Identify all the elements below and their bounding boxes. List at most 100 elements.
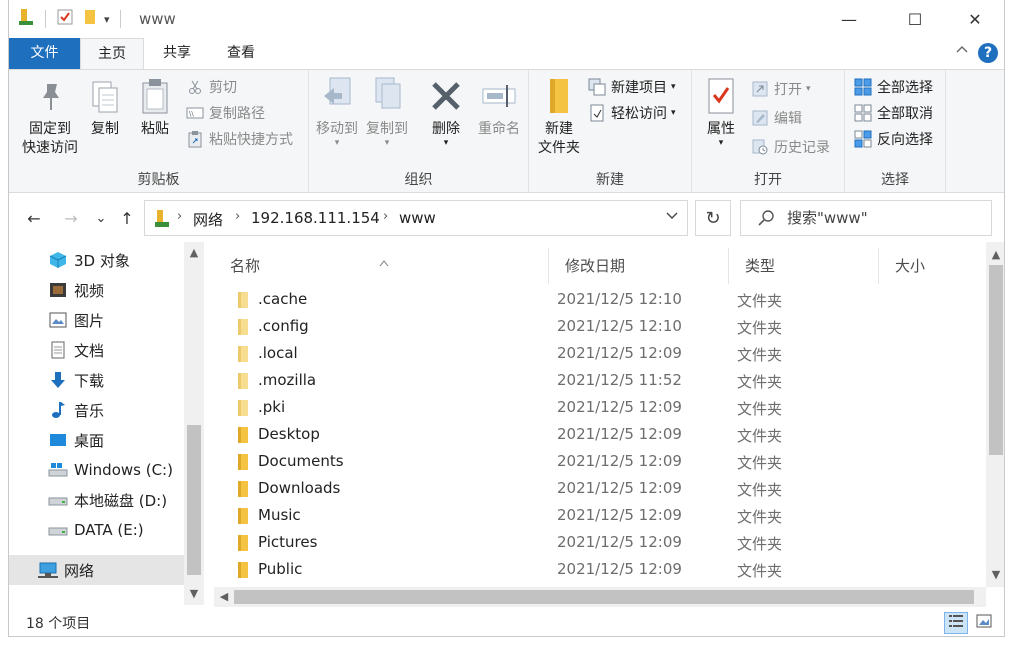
column-header-date[interactable]: 修改日期 xyxy=(549,248,729,284)
file-list-scroll-thumb[interactable] xyxy=(989,265,1003,455)
organize-group: 移动到 ▾ 复制到 ▾ 删除 ▾ 重命名 组织 xyxy=(309,70,529,192)
breadcrumb-separator[interactable]: › xyxy=(383,209,388,224)
file-row[interactable]: .mozilla 2021/12/5 11:52 文件夹 xyxy=(214,367,986,394)
file-row[interactable]: Downloads 2021/12/5 12:09 文件夹 xyxy=(214,475,986,502)
close-button[interactable]: ✕ xyxy=(952,0,998,38)
new-item-icon xyxy=(587,77,607,97)
file-type: 文件夹 xyxy=(737,535,783,553)
column-header-size[interactable]: 大小 xyxy=(879,248,986,284)
select-none-button[interactable]: 全部取消 xyxy=(853,102,933,124)
sidebar-item-music[interactable]: 音乐 xyxy=(9,395,184,425)
folder-icon xyxy=(236,399,250,421)
details-view-button[interactable] xyxy=(944,612,968,634)
open-button[interactable]: 打开 ▾ xyxy=(750,78,811,100)
back-button[interactable]: ← xyxy=(22,206,46,230)
file-row[interactable]: .pki 2021/12/5 12:09 文件夹 xyxy=(214,394,986,421)
new-folder-quick-icon[interactable] xyxy=(82,8,98,30)
paste-button[interactable]: 粘贴 xyxy=(135,74,175,139)
sidebar-item-local-disk-d[interactable]: 本地磁盘 (D:) xyxy=(9,485,184,515)
file-row[interactable]: Pictures 2021/12/5 12:09 文件夹 xyxy=(214,529,986,556)
file-row[interactable]: .config 2021/12/5 12:10 文件夹 xyxy=(214,313,986,340)
properties-button[interactable]: 属性 ▾ xyxy=(696,74,746,148)
breadcrumb-www[interactable]: www xyxy=(399,209,436,227)
copy-button[interactable]: 复制 xyxy=(85,74,125,139)
folder-icon xyxy=(236,453,250,475)
file-row[interactable]: .cache 2021/12/5 12:10 文件夹 xyxy=(214,286,986,313)
quick-access-dropdown-icon[interactable]: ▾ xyxy=(104,13,110,26)
folder-icon xyxy=(236,291,250,313)
tab-file[interactable]: 文件 xyxy=(9,38,80,69)
tab-view[interactable]: 查看 xyxy=(213,38,269,69)
horizontal-scrollbar[interactable]: ◀ xyxy=(214,587,986,607)
details-view-icon xyxy=(948,614,964,632)
breadcrumb-host[interactable]: 192.168.111.154 xyxy=(251,209,380,227)
pin-quick-access-button[interactable]: 固定到 快速访问 xyxy=(15,74,85,158)
file-row[interactable]: Music 2021/12/5 12:09 文件夹 xyxy=(214,502,986,529)
move-to-button[interactable]: 移动到 ▾ xyxy=(313,74,361,148)
copy-path-button[interactable]: \\ 复制路径 xyxy=(185,102,265,124)
new-item-button[interactable]: 新建项目 ▾ xyxy=(587,76,676,98)
properties-quick-icon[interactable] xyxy=(56,8,74,30)
breadcrumb-separator[interactable]: › xyxy=(235,209,240,224)
file-name: .local xyxy=(258,344,298,362)
invert-selection-button[interactable]: 反向选择 xyxy=(853,128,933,150)
easy-access-button[interactable]: 轻松访问 ▾ xyxy=(587,102,676,124)
sidebar-item-windows-c[interactable]: Windows (C:) xyxy=(9,455,184,485)
paste-shortcut-button[interactable]: 粘贴快捷方式 xyxy=(185,128,293,150)
sidebar-item-downloads[interactable]: 下载 xyxy=(9,365,184,395)
address-dropdown-icon[interactable] xyxy=(665,209,679,227)
sidebar-scroll-thumb[interactable] xyxy=(187,425,201,575)
forward-button[interactable]: → xyxy=(59,206,83,230)
minimize-button[interactable]: — xyxy=(826,0,872,38)
sidebar-item-videos[interactable]: 视频 xyxy=(9,275,184,305)
edit-button[interactable]: 编辑 xyxy=(750,107,802,129)
sidebar-item-data-e[interactable]: DATA (E:) xyxy=(9,515,184,545)
file-row[interactable]: Desktop 2021/12/5 12:09 文件夹 xyxy=(214,421,986,448)
column-header-type[interactable]: 类型 xyxy=(729,248,879,284)
scroll-left-arrow-icon[interactable]: ◀ xyxy=(214,590,234,603)
title-bar: ▾ www — ☐ ✕ xyxy=(9,0,1004,38)
sidebar-item-network[interactable]: 网络 xyxy=(9,555,184,585)
file-row[interactable]: Documents 2021/12/5 12:09 文件夹 xyxy=(214,448,986,475)
ribbon: 固定到 快速访问 复制 粘贴 剪切 \\ 复制路径 粘贴快捷方式 剪贴板 移动到… xyxy=(9,69,1004,193)
properties-label: 属性 xyxy=(707,121,735,137)
select-all-button[interactable]: 全部选择 xyxy=(853,76,933,98)
scroll-down-arrow-icon[interactable]: ▼ xyxy=(184,587,204,600)
column-header-name[interactable]: 名称 xyxy=(214,248,549,284)
address-bar[interactable]: › 网络 › 192.168.111.154 › www xyxy=(144,200,688,236)
help-button[interactable]: ? xyxy=(978,43,998,63)
scroll-down-arrow-icon[interactable]: ▼ xyxy=(986,568,1004,581)
cut-button[interactable]: 剪切 xyxy=(185,76,237,98)
sidebar-item-label: 文档 xyxy=(74,341,105,360)
file-row[interactable]: .local 2021/12/5 12:09 文件夹 xyxy=(214,340,986,367)
sidebar-item-label: 桌面 xyxy=(74,431,105,450)
refresh-button[interactable]: ↻ xyxy=(695,200,731,236)
maximize-button[interactable]: ☐ xyxy=(892,0,938,38)
new-folder-icon xyxy=(539,74,579,118)
search-input[interactable] xyxy=(787,207,983,229)
scroll-up-arrow-icon[interactable]: ▲ xyxy=(986,248,1004,261)
scroll-up-arrow-icon[interactable]: ▲ xyxy=(184,246,204,259)
file-row[interactable]: Public 2021/12/5 12:09 文件夹 xyxy=(214,556,986,583)
folder-icon xyxy=(236,480,250,502)
breadcrumb-network[interactable]: 网络 xyxy=(193,209,223,230)
rename-label: 重命名 xyxy=(478,121,520,137)
collapse-ribbon-icon[interactable] xyxy=(952,42,972,62)
horizontal-scroll-thumb[interactable] xyxy=(234,590,974,604)
large-icons-view-button[interactable] xyxy=(972,612,996,634)
rename-button[interactable]: 重命名 xyxy=(473,74,525,139)
up-button[interactable]: ↑ xyxy=(115,206,139,230)
new-folder-button[interactable]: 新建 文件夹 xyxy=(533,74,585,158)
sidebar-item-documents[interactable]: 文档 xyxy=(9,335,184,365)
tab-home[interactable]: 主页 xyxy=(80,38,144,70)
tab-share[interactable]: 共享 xyxy=(149,38,205,69)
sidebar-item-desktop[interactable]: 桌面 xyxy=(9,425,184,455)
sidebar-item-pictures[interactable]: 图片 xyxy=(9,305,184,335)
file-list-scrollbar[interactable]: ▲ ▼ xyxy=(986,242,1004,587)
recent-locations-button[interactable]: ⌄ xyxy=(89,206,113,230)
sidebar-item-3d-objects[interactable]: 3D 对象 xyxy=(9,245,184,275)
delete-button[interactable]: 删除 ▾ xyxy=(423,74,469,148)
history-button[interactable]: 历史记录 xyxy=(750,136,830,158)
copy-to-button[interactable]: 复制到 ▾ xyxy=(363,74,411,148)
sidebar-scrollbar[interactable]: ▲ ▼ xyxy=(184,242,204,605)
